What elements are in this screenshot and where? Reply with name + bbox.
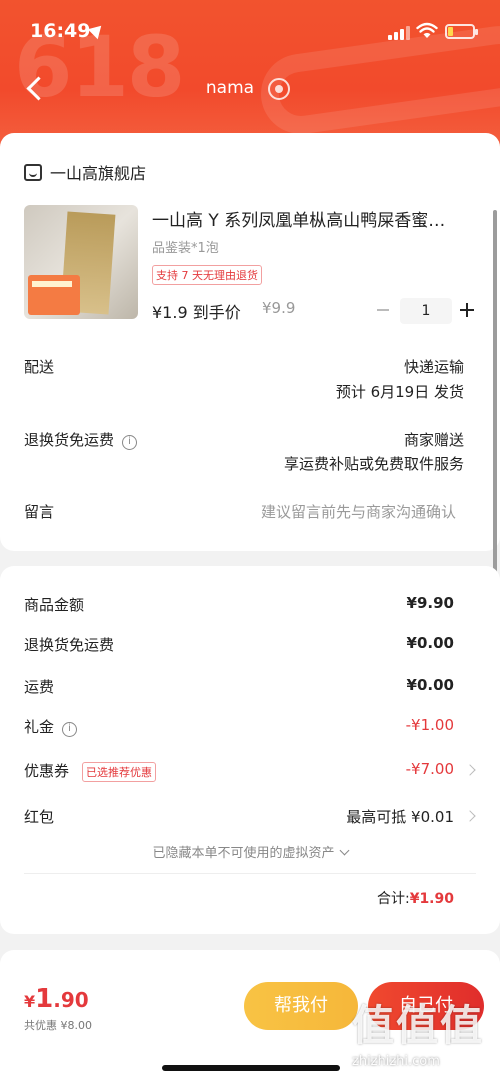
pay-amount: ¥1.90 — [24, 984, 89, 1014]
shipping-fee-label: 运费 — [24, 678, 55, 696]
return-shipping-row: 退换货免运费 i — [24, 429, 138, 450]
chevron-down-icon — [339, 845, 349, 856]
status-time: 16:49 — [30, 20, 91, 42]
watermark-en: zhizhizhi.com — [352, 1054, 440, 1069]
goods-amount-label: 商品金额 — [24, 596, 85, 614]
site-watermark: 值值值 zhizhizhi.com — [348, 990, 496, 1080]
total-label: 合计: — [376, 891, 410, 907]
wifi-icon — [416, 22, 438, 38]
coupon-label[interactable]: 优惠券 — [24, 760, 69, 781]
quantity-decrease-button[interactable] — [374, 300, 392, 320]
delivery-eta: 预计 6月19日 发货 — [335, 383, 464, 401]
gift-row: 礼金 i — [24, 716, 78, 737]
coupon-value[interactable]: -¥7.00 — [406, 760, 454, 778]
quantity-input[interactable]: 1 — [400, 298, 452, 324]
battery-icon — [445, 24, 478, 39]
redpacket-value[interactable]: 最高可抵 ¥0.01 — [346, 806, 454, 827]
shop-name: 一山高旗舰店 — [50, 164, 147, 183]
product-title[interactable]: 一山高 Y 系列凤凰单枞高山鸭屎香蜜… — [152, 206, 472, 231]
shop-icon — [24, 163, 42, 181]
note-label: 留言 — [24, 503, 55, 521]
shop-row[interactable]: 一山高旗舰店 — [24, 160, 146, 184]
address-name[interactable]: nama — [206, 78, 254, 98]
nav-title: nama — [0, 78, 500, 98]
return-shipping-value: 商家赠送 — [403, 431, 464, 449]
hidden-assets-toggle[interactable]: 已隐藏本单不可使用的虚拟资产 — [0, 842, 500, 861]
info-icon[interactable]: i — [62, 722, 78, 737]
shipping-fee-value: ¥0.00 — [406, 676, 454, 694]
return-fee-value: ¥0.00 — [406, 634, 454, 652]
product-original-price: ¥9.9 — [262, 299, 296, 317]
delivery-label: 配送 — [24, 358, 55, 376]
product-spec[interactable]: 品鉴装*1泡 — [152, 237, 219, 256]
gift-label: 礼金 — [24, 718, 55, 736]
order-card — [0, 133, 500, 551]
delivery-method[interactable]: 快递运输 — [404, 356, 464, 377]
coupon-badge: 已选推荐优惠 — [82, 762, 156, 782]
return-fee-label: 退换货免运费 — [24, 636, 115, 654]
price-summary-card — [0, 566, 500, 934]
currency-symbol: ¥ — [24, 992, 36, 1011]
product-final-price: ¥1.9 到手价 — [152, 303, 241, 322]
home-indicator[interactable] — [162, 1065, 340, 1071]
return-shipping-label: 退换货免运费 — [24, 431, 115, 449]
divider — [24, 873, 476, 874]
total-value: ¥1.90 — [409, 891, 454, 907]
return-policy-badge: 支持 7 天无理由退货 — [152, 265, 262, 285]
hidden-assets-text: 已隐藏本单不可使用的虚拟资产 — [152, 846, 335, 861]
note-input[interactable]: 建议留言前先与商家沟通确认 — [261, 501, 456, 522]
quantity-increase-button[interactable] — [458, 300, 476, 320]
pay-amount-int: 1 — [35, 984, 54, 1014]
order-total: 合计:¥1.90 — [377, 888, 454, 908]
gift-value: -¥1.00 — [405, 716, 454, 734]
product-image[interactable] — [24, 205, 138, 319]
watermark-cn: 值值值 — [352, 1001, 485, 1050]
location-pin-icon[interactable] — [268, 78, 290, 100]
return-shipping-detail: 享运费补贴或免费取件服务 — [283, 455, 464, 473]
redpacket-label[interactable]: 红包 — [24, 806, 54, 827]
help-pay-button[interactable]: 帮我付 — [244, 982, 358, 1030]
goods-amount-value: ¥9.90 — [406, 594, 454, 612]
header: 618 16:49 nama — [0, 0, 500, 150]
signal-icon — [388, 24, 410, 40]
info-icon[interactable]: i — [122, 435, 138, 450]
pay-amount-dec: .90 — [53, 988, 89, 1012]
total-saved: 共优惠 ¥8.00 — [24, 1019, 92, 1032]
